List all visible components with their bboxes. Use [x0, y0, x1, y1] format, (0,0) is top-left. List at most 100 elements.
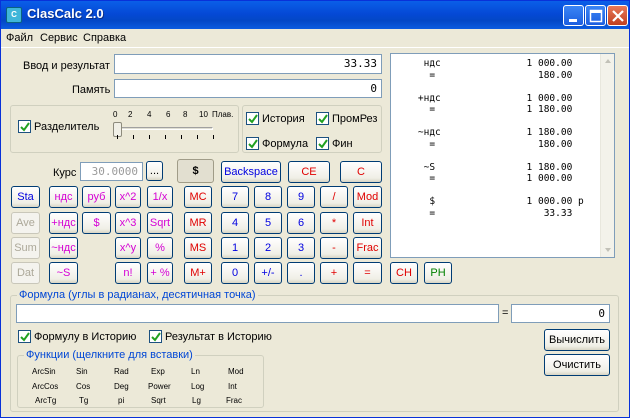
history-checkbox[interactable]: История: [246, 112, 305, 125]
scroll-up-button[interactable]: [601, 54, 614, 68]
formula-checkbox[interactable]: Формула: [246, 137, 308, 150]
function-int[interactable]: Int: [228, 382, 237, 391]
menu-service[interactable]: Сервис: [40, 32, 78, 44]
add-percent-button[interactable]: + %: [147, 262, 173, 284]
int-button[interactable]: Int: [353, 212, 382, 234]
sta-button[interactable]: Sta: [11, 186, 40, 208]
function-arccos[interactable]: ArcCos: [32, 382, 58, 391]
minimize-button[interactable]: [563, 5, 584, 26]
sum-button[interactable]: Sum: [11, 237, 40, 259]
ms-button[interactable]: MS: [184, 237, 212, 259]
digit-8-button[interactable]: 8: [254, 186, 282, 208]
check-icon: [248, 139, 258, 149]
function-cos[interactable]: Cos: [76, 382, 90, 391]
sqrt-button[interactable]: Sqrt: [147, 212, 173, 234]
separator-label: Разделитель: [34, 120, 100, 133]
main-window: C ClasCalc 2.0 Файл Сервис Справка Ввод …: [0, 0, 630, 418]
history-scrollbar[interactable]: [600, 54, 614, 257]
mod-button[interactable]: Mod: [353, 186, 382, 208]
history-panel[interactable]: ндс 1 000.00 = 180.00 +ндс 1 000.00 = 1 …: [390, 53, 615, 258]
ave-button[interactable]: Ave: [11, 212, 40, 234]
memory-field[interactable]: 0: [114, 79, 382, 98]
formula-to-history-checkbox[interactable]: Формулу в Историю: [18, 330, 136, 343]
history-text: ндс 1 000.00 = 180.00 +ндс 1 000.00 = 1 …: [417, 58, 584, 219]
plus-button[interactable]: +: [320, 262, 348, 284]
clear-button[interactable]: Очистить: [544, 354, 610, 376]
function-sin[interactable]: Sin: [76, 367, 88, 376]
digit-7-button[interactable]: 7: [221, 186, 249, 208]
fin-checkbox[interactable]: Фин: [316, 137, 353, 150]
scale-2: 2: [128, 110, 133, 119]
sign-button[interactable]: +/-: [254, 262, 282, 284]
maximize-button[interactable]: [585, 5, 606, 26]
add-vat-button[interactable]: +ндс: [49, 212, 78, 234]
function-power[interactable]: Power: [148, 382, 171, 391]
formula-input[interactable]: [16, 304, 499, 323]
equals-button[interactable]: =: [353, 262, 382, 284]
function-ln[interactable]: Ln: [191, 367, 200, 376]
rub-button[interactable]: руб: [82, 186, 111, 208]
input-field[interactable]: 33.33: [114, 54, 382, 74]
reciprocal-button[interactable]: 1/x: [147, 186, 173, 208]
result-to-history-checkbox[interactable]: Результат в Историю: [149, 330, 272, 343]
function-frac[interactable]: Frac: [226, 396, 242, 405]
m-plus-button[interactable]: M+: [184, 262, 212, 284]
cube-button[interactable]: x^3: [115, 212, 141, 234]
extract-vat-button[interactable]: ~ндс: [49, 237, 78, 259]
square-button[interactable]: x^2: [115, 186, 141, 208]
digit-2-button[interactable]: 2: [254, 237, 282, 259]
rate-field[interactable]: 30.0000: [80, 162, 143, 181]
digit-0-button[interactable]: 0: [221, 262, 249, 284]
percent-button[interactable]: %: [147, 237, 173, 259]
ch-button[interactable]: CH: [390, 262, 418, 284]
function-arcsin[interactable]: ArcSin: [32, 367, 56, 376]
formula-result[interactable]: 0: [511, 304, 610, 323]
function-mod[interactable]: Mod: [228, 367, 244, 376]
formula-equals-sign: =: [502, 307, 509, 319]
frac-button[interactable]: Frac: [353, 237, 382, 259]
function-rad[interactable]: Rad: [114, 367, 129, 376]
function-deg[interactable]: Deg: [114, 382, 129, 391]
function-log[interactable]: Log: [191, 382, 204, 391]
minus-button[interactable]: -: [320, 237, 348, 259]
power-button[interactable]: x^y: [115, 237, 141, 259]
function-arctg[interactable]: ArcTg: [35, 396, 56, 405]
digit-9-button[interactable]: 9: [287, 186, 315, 208]
separator-slider-track[interactable]: [115, 127, 213, 130]
mc-button[interactable]: MC: [184, 186, 212, 208]
separator-checkbox[interactable]: Разделитель: [18, 120, 99, 133]
rate-browse-button[interactable]: ...: [146, 161, 163, 181]
currency-button[interactable]: $: [177, 159, 214, 183]
function-exp[interactable]: Exp: [151, 367, 165, 376]
dat-button[interactable]: Dat: [11, 262, 40, 284]
digit-6-button[interactable]: 6: [287, 212, 315, 234]
mr-button[interactable]: MR: [184, 212, 212, 234]
decimal-point-button[interactable]: .: [287, 262, 315, 284]
divide-button[interactable]: /: [320, 186, 348, 208]
intermediate-checkbox[interactable]: ПромРез: [316, 112, 377, 125]
calculate-button[interactable]: Вычислить: [544, 329, 610, 351]
menu-help[interactable]: Справка: [83, 32, 126, 44]
multiply-button[interactable]: *: [320, 212, 348, 234]
ph-button[interactable]: PH: [424, 262, 452, 284]
function-lg[interactable]: Lg: [192, 396, 201, 405]
factorial-button[interactable]: n!: [115, 262, 141, 284]
ce-button[interactable]: CE: [288, 161, 330, 183]
digit-5-button[interactable]: 5: [254, 212, 282, 234]
menu-file[interactable]: Файл: [6, 32, 33, 44]
slider-tick: [213, 135, 214, 139]
scroll-down-button[interactable]: [601, 243, 614, 257]
dollar-button[interactable]: $: [82, 212, 111, 234]
c-button[interactable]: C: [340, 161, 382, 183]
extract-sum-button[interactable]: ~S: [49, 262, 78, 284]
digit-4-button[interactable]: 4: [221, 212, 249, 234]
title-bar[interactable]: C ClasCalc 2.0: [1, 1, 629, 29]
function-pi[interactable]: pi: [118, 396, 124, 405]
function-sqrt[interactable]: Sqrt: [151, 396, 166, 405]
function-tg[interactable]: Tg: [79, 396, 88, 405]
digit-1-button[interactable]: 1: [221, 237, 249, 259]
digit-3-button[interactable]: 3: [287, 237, 315, 259]
vat-button[interactable]: ндс: [49, 186, 78, 208]
close-button[interactable]: [607, 5, 628, 26]
backspace-button[interactable]: Backspace: [221, 161, 281, 183]
